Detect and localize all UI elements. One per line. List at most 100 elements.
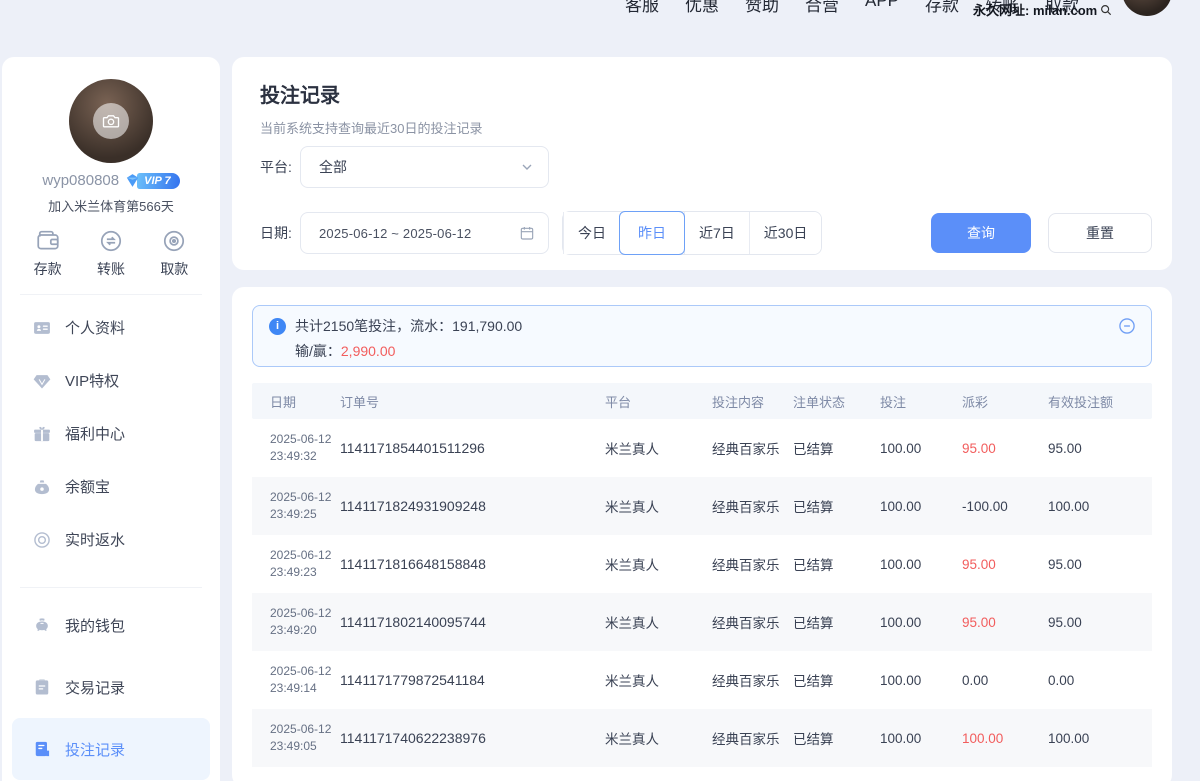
sidebar-item-profile[interactable]: 个人资料: [2, 301, 220, 354]
withdraw-label: 取款: [160, 259, 188, 279]
platform-select-value: 全部: [319, 157, 519, 177]
deposit-label: 存款: [34, 259, 62, 279]
date-range-input[interactable]: 2025-06-12 ~ 2025-06-12: [300, 212, 549, 254]
transfer-icon: [98, 228, 124, 254]
sidebar-item-label: 余额宝: [65, 476, 110, 497]
withdraw-button[interactable]: 取款: [160, 228, 188, 279]
cell-bet-amount: 100.00: [880, 499, 962, 514]
cell-date: 2025-06-1223:49:32: [270, 431, 340, 465]
quick-date-group: 今日昨日近7日近30日: [562, 211, 822, 255]
table-row[interactable]: 2025-06-1223:49:05 1141171740622238976 米…: [252, 709, 1152, 767]
summary-line1: 共计2150笔投注，流水：191,790.00: [295, 316, 522, 336]
summary-banner: i 共计2150笔投注，流水：191,790.00 输/赢：2,990.00: [252, 305, 1152, 367]
cell-status: 已结算: [793, 612, 880, 632]
platform-select[interactable]: 全部: [300, 146, 549, 188]
sidebar-item-label: 实时返水: [65, 529, 125, 550]
cell-status: 已结算: [793, 728, 880, 748]
topnav-link[interactable]: 赞助: [745, 0, 779, 16]
collapse-banner-button[interactable]: [1117, 316, 1137, 336]
cell-status: 已结算: [793, 670, 880, 690]
calendar-icon: [519, 225, 535, 241]
topnav-link[interactable]: 合营: [805, 0, 839, 16]
sidebar-menu-top: 个人资料 VIP特权 福利中心 余额宝 实时返水: [2, 295, 220, 572]
table-row[interactable]: 2025-06-1223:49:23 1141171816648158848 米…: [252, 535, 1152, 593]
cell-bet-amount: 100.00: [880, 731, 962, 746]
winloss-label: 输/赢：: [295, 343, 341, 359]
filter-card: 投注记录 当前系统支持查询最近30日的投注记录 平台: 全部 日期: 2025-…: [232, 57, 1172, 270]
cell-status: 已结算: [793, 438, 880, 458]
sidebar-item-transactions[interactable]: 交易记录: [2, 656, 220, 718]
sidebar-item-welfare[interactable]: 福利中心: [2, 407, 220, 460]
cell-valid-amount: 95.00: [1048, 441, 1152, 456]
cell-date: 2025-06-1223:49:05: [270, 721, 340, 755]
cell-date: 2025-06-1223:49:20: [270, 605, 340, 639]
deposit-button[interactable]: 存款: [34, 228, 62, 279]
id-card-icon: [32, 318, 52, 338]
sidebar-item-yuebao[interactable]: 余额宝: [2, 460, 220, 513]
withdraw-icon: [161, 228, 187, 254]
table-header-cell: 日期: [270, 392, 340, 411]
summary-line2: 输/赢：2,990.00: [295, 341, 1135, 361]
diamond-icon: [32, 371, 52, 391]
query-button[interactable]: 查询: [931, 213, 1031, 253]
cell-payout: -100.00: [962, 499, 1048, 514]
date-range-value: 2025-06-12 ~ 2025-06-12: [319, 226, 519, 241]
table-header-cell: 派彩: [962, 392, 1048, 411]
gift-icon: [32, 424, 52, 444]
cell-valid-amount: 0.00: [1048, 673, 1152, 688]
topnav-link[interactable]: APP: [865, 0, 899, 16]
cell-order-number: 1141171779872541184: [340, 672, 605, 688]
topnav-link[interactable]: 优惠: [685, 0, 719, 16]
cell-bet-amount: 100.00: [880, 441, 962, 456]
bet-records-card: i 共计2150笔投注，流水：191,790.00 输/赢：2,990.00 日…: [232, 287, 1172, 781]
info-icon: i: [269, 318, 286, 335]
topnav-link[interactable]: 客服: [625, 0, 659, 16]
transfer-button[interactable]: 转账: [97, 228, 125, 279]
table-header-cell: 平台: [605, 392, 712, 411]
table-row[interactable]: 2025-06-1223:49:20 1141171802140095744 米…: [252, 593, 1152, 651]
table-row[interactable]: 2025-06-1223:49:25 1141171824931909248 米…: [252, 477, 1152, 535]
avatar[interactable]: [69, 79, 153, 163]
vip-badge: VIP 7: [124, 172, 180, 189]
cell-order-number: 1141171854401511296: [340, 440, 605, 456]
cell-order-number: 1141171824931909248: [340, 498, 605, 514]
wallet-icon: [35, 228, 61, 254]
cell-payout: 95.00: [962, 557, 1048, 572]
sidebar-item-wallet[interactable]: 我的钱包: [2, 594, 220, 656]
cell-bet-content: 经典百家乐: [712, 438, 793, 458]
page-title: 投注记录: [260, 79, 340, 108]
table-header-cell: 投注: [880, 392, 962, 411]
table-body: 2025-06-1223:49:32 1141171854401511296 米…: [252, 419, 1152, 767]
cell-platform: 米兰真人: [605, 670, 712, 690]
quick-date-button[interactable]: 今日: [563, 212, 620, 254]
vip-level-label: VIP 7: [137, 173, 180, 189]
table-row[interactable]: 2025-06-1223:49:32 1141171854401511296 米…: [252, 419, 1152, 477]
sidebar-item-bet-records[interactable]: 投注记录: [12, 718, 210, 780]
cell-payout: 95.00: [962, 615, 1048, 630]
sidebar-item-rebate[interactable]: 实时返水: [2, 513, 220, 566]
cell-date: 2025-06-1223:49:25: [270, 489, 340, 523]
cell-bet-content: 经典百家乐: [712, 496, 793, 516]
camera-icon[interactable]: [93, 103, 129, 139]
quick-date-button[interactable]: 近30日: [749, 212, 822, 254]
table-row[interactable]: 2025-06-1223:49:14 1141171779872541184 米…: [252, 651, 1152, 709]
search-icon[interactable]: [1099, 3, 1113, 17]
cell-bet-content: 经典百家乐: [712, 554, 793, 574]
transfer-label: 转账: [97, 259, 125, 279]
sidebar-item-label: 福利中心: [65, 423, 125, 444]
cell-bet-amount: 100.00: [880, 557, 962, 572]
quick-actions: 存款 转账 取款: [2, 228, 220, 279]
quick-date-button[interactable]: 昨日: [619, 211, 685, 255]
sidebar-item-vip[interactable]: VIP特权: [2, 354, 220, 407]
quick-date-button[interactable]: 近7日: [684, 212, 749, 254]
topnav-link[interactable]: 存款: [925, 0, 959, 16]
cell-platform: 米兰真人: [605, 438, 712, 458]
cell-bet-amount: 100.00: [880, 615, 962, 630]
ledger-icon: [32, 739, 52, 759]
reset-button[interactable]: 重置: [1048, 213, 1152, 253]
table-header-cell: 有效投注额: [1048, 392, 1152, 411]
topnav-avatar[interactable]: [1122, 0, 1172, 16]
sidebar-item-label: 投注记录: [65, 739, 125, 760]
username: wyp080808: [42, 172, 119, 189]
sidebar-item-label: 交易记录: [65, 677, 125, 698]
